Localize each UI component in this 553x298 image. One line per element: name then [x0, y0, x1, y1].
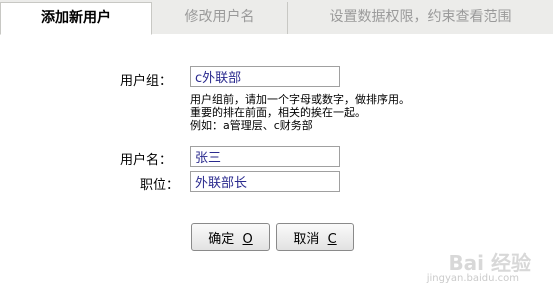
- cancel-button[interactable]: 取消 C: [276, 223, 354, 251]
- ok-button-key: O: [242, 231, 253, 247]
- watermark-logo: Bai 经验 jingyan.baidu.com: [427, 247, 531, 284]
- position-input[interactable]: [190, 171, 340, 192]
- tab-bar: 添加新用户 修改用户名 设置数据权限，约束查看范围: [0, 0, 553, 35]
- cancel-button-key: C: [327, 231, 337, 247]
- watermark-sub: jingyan.baidu.com: [426, 273, 519, 284]
- hint-line-1: 用户组前，请加一个字母或数字，做排序用。: [190, 93, 410, 106]
- tab-edit-user[interactable]: 修改用户名: [152, 2, 288, 34]
- group-input[interactable]: [190, 66, 340, 87]
- hint-line-2: 重要的排在前面，相关的挨在一起。: [190, 106, 366, 119]
- group-label: 用户组：: [120, 74, 173, 89]
- username-label: 用户名：: [120, 153, 173, 168]
- cancel-button-label: 取消: [293, 231, 320, 247]
- hint-line-3: 例如：a管理层、c财务部: [190, 119, 313, 132]
- group-hint: 用户组前，请加一个字母或数字，做排序用。 重要的排在前面，相关的挨在一起。 例如…: [190, 93, 410, 132]
- ok-button[interactable]: 确定 O: [191, 223, 270, 251]
- username-input[interactable]: [190, 146, 340, 167]
- position-label: 职位：: [140, 178, 180, 193]
- tab-add-user[interactable]: 添加新用户: [0, 2, 152, 35]
- tab-permissions[interactable]: 设置数据权限，约束查看范围: [288, 2, 553, 34]
- watermark-brand: Bai 经验: [448, 251, 531, 275]
- ok-button-label: 确定: [208, 231, 235, 247]
